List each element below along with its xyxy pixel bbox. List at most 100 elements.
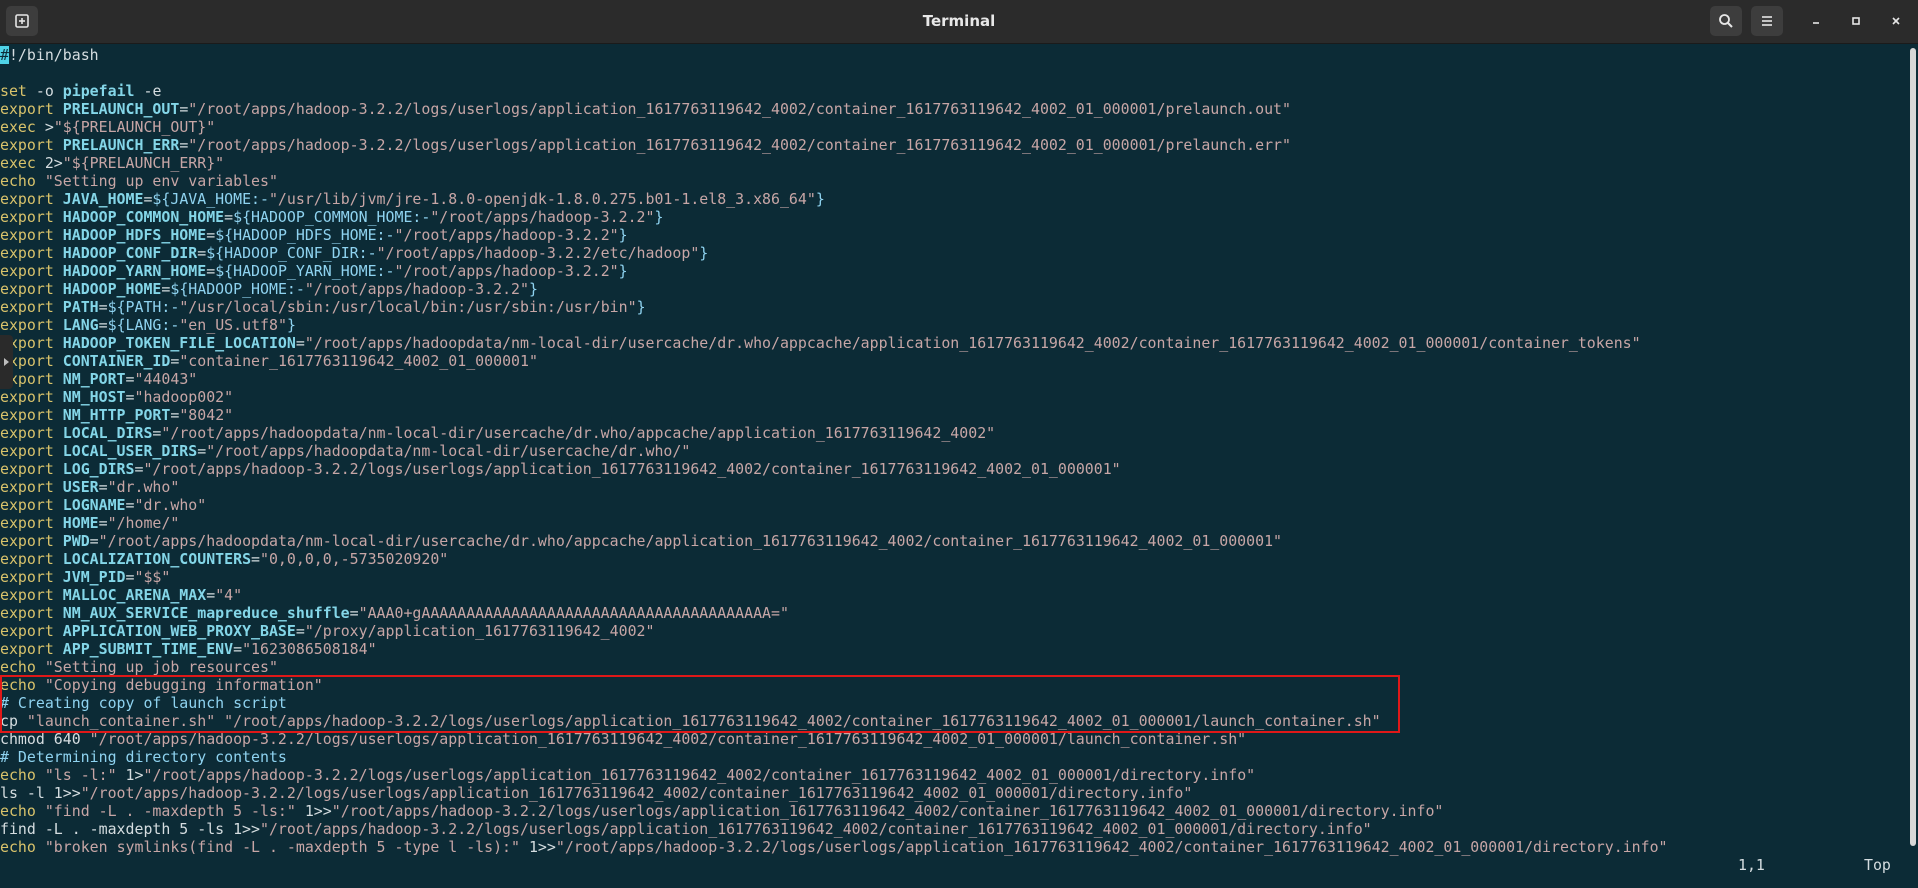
code-token: = (233, 640, 243, 658)
code-token: "/root/apps/hadoopdata/nm-local-dir/user… (161, 424, 996, 442)
code-token: "/proxy/application_1617763119642_4002" (304, 622, 655, 640)
script-line: export APP_SUBMIT_TIME_ENV="162308650818… (0, 640, 1908, 658)
code-token: "Setting up job resources" (44, 658, 278, 676)
script-line: export JAVA_HOME=${JAVA_HOME:-"/usr/lib/… (0, 190, 1908, 208)
new-tab-icon (15, 14, 29, 28)
code-token: } (618, 226, 628, 244)
code-token: } (815, 190, 825, 208)
new-tab-button[interactable] (6, 6, 38, 36)
code-token: "/usr/local/sbin:/usr/local/bin:/usr/sbi… (179, 298, 637, 316)
code-token: echo (0, 802, 36, 820)
code-token: CONTAINER_ID (62, 352, 171, 370)
code-token: "$$" (134, 568, 171, 586)
code-token: "launch_container.sh" (26, 712, 216, 730)
title-bar: Terminal (0, 0, 1918, 44)
code-token: "/root/apps/hadoop-3.2.2/logs/userlogs/a… (555, 838, 1668, 856)
menu-icon (1762, 16, 1772, 26)
code-token: = (206, 586, 216, 604)
scroll-position: Top (1864, 856, 1891, 874)
code-token: = (98, 514, 108, 532)
code-token: "/root/apps/hadoop-3.2.2/logs/userlogs/a… (188, 100, 1291, 118)
script-line: export LOG_DIRS="/root/apps/hadoop-3.2.2… (0, 460, 1908, 478)
code-token: = (125, 568, 135, 586)
code-token: "/root/apps/hadoopdata/nm-local-dir/user… (98, 532, 1283, 550)
code-token: ${HADOOP_HDFS_HOME:- (215, 226, 395, 244)
code-token: "/root/apps/hadoopdata/nm-local-dir/user… (206, 442, 691, 460)
maximize-button[interactable] (1840, 6, 1872, 36)
code-token: LOCAL_USER_DIRS (62, 442, 198, 460)
code-token: "/root/apps/hadoop-3.2.2/logs/userlogs/a… (224, 712, 1381, 730)
code-token: HADOOP_CONF_DIR (62, 244, 198, 262)
script-line: export MALLOC_ARENA_MAX="4" (0, 586, 1908, 604)
code-token: } (286, 316, 296, 334)
code-token: "broken symlinks(find -L . -maxdepth 5 -… (44, 838, 520, 856)
script-line: #!/bin/bash (0, 46, 1908, 64)
script-line: export CONTAINER_ID="container_161776311… (0, 352, 1908, 370)
script-line: export LOCALIZATION_COUNTERS="0,0,0,0,-5… (0, 550, 1908, 568)
code-token: "/usr/lib/jvm/jre-1.8.0-openjdk-1.8.0.27… (268, 190, 816, 208)
script-line: export APPLICATION_WEB_PROXY_BASE="/prox… (0, 622, 1908, 640)
code-token: export (0, 442, 54, 460)
close-icon (1892, 17, 1900, 25)
code-token: "/root/apps/hadoop-3.2.2/logs/userlogs/a… (331, 802, 1444, 820)
script-line: exec >"${PRELAUNCH_OUT}" (0, 118, 1908, 136)
close-button[interactable] (1880, 6, 1912, 36)
code-token: -e (134, 82, 162, 100)
code-token: export (0, 604, 54, 622)
text-cursor: # (0, 46, 9, 64)
terminal-content[interactable]: #!/bin/bash set -o pipefail -e export PREL… (0, 46, 1908, 874)
code-token: "/root/apps/hadoop-3.2.2" (394, 262, 619, 280)
code-token: export (0, 514, 54, 532)
code-token: "/root/apps/hadoop-3.2.2/logs/userlogs/a… (89, 730, 1247, 748)
side-panel-handle[interactable] (0, 335, 13, 389)
code-token: LOGNAME (62, 496, 126, 514)
code-token: = (295, 622, 305, 640)
code-token: "/root/apps/hadoop-3.2.2/logs/userlogs/a… (188, 136, 1291, 154)
code-token: HADOOP_COMMON_HOME (62, 208, 225, 226)
code-token: ${LANG:- (107, 316, 180, 334)
script-line: export LOCAL_USER_DIRS="/root/apps/hadoo… (0, 442, 1908, 460)
code-token: export (0, 424, 54, 442)
minimize-button[interactable] (1800, 6, 1832, 36)
code-token: export (0, 136, 54, 154)
menu-button[interactable] (1751, 6, 1783, 36)
code-token: LOG_DIRS (62, 460, 135, 478)
code-token: export (0, 280, 54, 298)
code-token: 1>> (295, 802, 332, 820)
code-token: exec (0, 154, 36, 172)
code-token: = (179, 100, 189, 118)
search-icon (1719, 14, 1733, 28)
scrollbar-thumb[interactable] (1910, 48, 1916, 846)
code-token: "dr.who" (134, 496, 207, 514)
script-line: export HADOOP_TOKEN_FILE_LOCATION="/root… (0, 334, 1908, 352)
script-line (0, 64, 1908, 82)
code-token: HADOOP_HOME (62, 280, 162, 298)
code-token: export (0, 298, 54, 316)
code-token: } (528, 280, 538, 298)
search-button[interactable] (1710, 6, 1742, 36)
code-token: ${JAVA_HOME:- (152, 190, 269, 208)
code-token: "AAA0+gAAAAAAAAAAAAAAAAAAAAAAAAAAAAAAAAA… (358, 604, 789, 622)
code-token: LOCALIZATION_COUNTERS (62, 550, 252, 568)
script-line: export PWD="/root/apps/hadoopdata/nm-loc… (0, 532, 1908, 550)
code-token: LANG (62, 316, 99, 334)
script-line: ls -l 1>>"/root/apps/hadoop-3.2.2/logs/u… (0, 784, 1908, 802)
code-token: # Creating copy of launch script (0, 694, 287, 712)
script-line: cp "launch_container.sh" "/root/apps/had… (0, 712, 1908, 730)
code-token: "0,0,0,0,-5735020920" (260, 550, 449, 568)
script-line: echo "broken symlinks(find -L . -maxdept… (0, 838, 1908, 856)
code-token: export (0, 226, 54, 244)
code-token: pipefail (62, 82, 135, 100)
script-line: export PRELAUNCH_ERR="/root/apps/hadoop-… (0, 136, 1908, 154)
code-token: !/bin/bash (8, 46, 99, 64)
